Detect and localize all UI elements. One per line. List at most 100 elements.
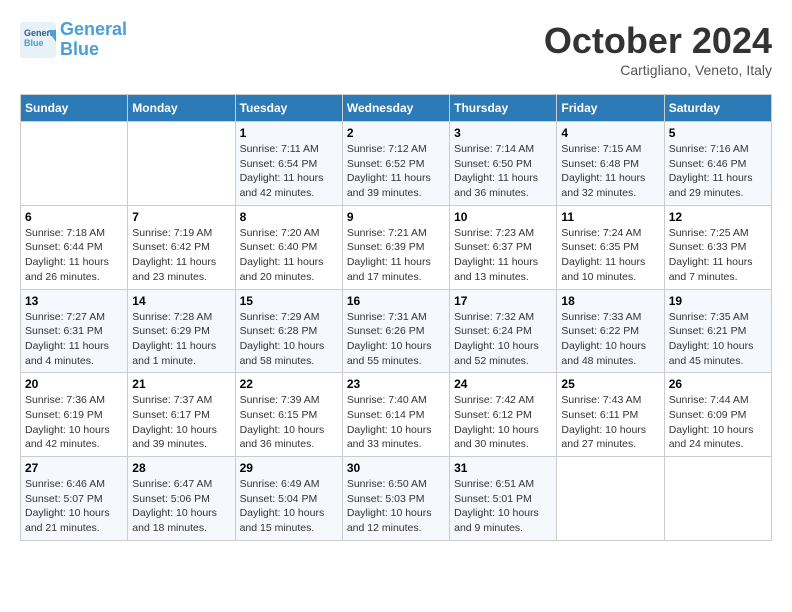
day-number: 25 <box>561 377 659 391</box>
day-info: Sunrise: 6:47 AM Sunset: 5:06 PM Dayligh… <box>132 477 230 536</box>
calendar-cell: 6 Sunrise: 7:18 AM Sunset: 6:44 PM Daylig… <box>21 205 128 289</box>
day-info: Sunrise: 7:15 AM Sunset: 6:48 PM Dayligh… <box>561 142 659 201</box>
day-number: 11 <box>561 210 659 224</box>
day-number: 21 <box>132 377 230 391</box>
weekday-header-tuesday: Tuesday <box>235 95 342 122</box>
day-number: 14 <box>132 294 230 308</box>
day-number: 7 <box>132 210 230 224</box>
day-number: 26 <box>669 377 767 391</box>
calendar-cell: 1 Sunrise: 7:11 AM Sunset: 6:54 PM Daylig… <box>235 122 342 206</box>
day-info: Sunrise: 7:23 AM Sunset: 6:37 PM Dayligh… <box>454 226 552 285</box>
calendar-cell: 12Sunrise: 7:25 AM Sunset: 6:33 PM Dayli… <box>664 205 771 289</box>
day-info: Sunrise: 7:27 AM Sunset: 6:31 PM Dayligh… <box>25 310 123 369</box>
calendar-cell: 21Sunrise: 7:37 AM Sunset: 6:17 PM Dayli… <box>128 373 235 457</box>
day-number: 2 <box>347 126 445 140</box>
day-number: 4 <box>561 126 659 140</box>
day-info: Sunrise: 7:14 AM Sunset: 6:50 PM Dayligh… <box>454 142 552 201</box>
calendar-cell: 26 Sunrise: 7:44 AM Sunset: 6:09 PM Dayli… <box>664 373 771 457</box>
day-number: 6 <box>25 210 123 224</box>
month-title: October 2024 <box>544 20 772 62</box>
day-number: 23 <box>347 377 445 391</box>
day-info: Sunrise: 7:44 AM Sunset: 6:09 PM Dayligh… <box>669 393 767 452</box>
day-number: 28 <box>132 461 230 475</box>
calendar-cell: 23 Sunrise: 7:40 AM Sunset: 6:14 PM Dayli… <box>342 373 449 457</box>
week-row-3: 13 Sunrise: 7:27 AM Sunset: 6:31 PM Dayli… <box>21 289 772 373</box>
day-info: Sunrise: 7:12 AM Sunset: 6:52 PM Dayligh… <box>347 142 445 201</box>
calendar-cell: 16Sunrise: 7:31 AM Sunset: 6:26 PM Dayli… <box>342 289 449 373</box>
day-number: 22 <box>240 377 338 391</box>
day-info: Sunrise: 7:40 AM Sunset: 6:14 PM Dayligh… <box>347 393 445 452</box>
calendar-cell <box>21 122 128 206</box>
calendar-cell: 8Sunrise: 7:20 AM Sunset: 6:40 PM Daylig… <box>235 205 342 289</box>
calendar-cell <box>128 122 235 206</box>
day-info: Sunrise: 7:24 AM Sunset: 6:35 PM Dayligh… <box>561 226 659 285</box>
day-info: Sunrise: 7:19 AM Sunset: 6:42 PM Dayligh… <box>132 226 230 285</box>
day-number: 17 <box>454 294 552 308</box>
day-info: Sunrise: 7:20 AM Sunset: 6:40 PM Dayligh… <box>240 226 338 285</box>
day-info: Sunrise: 7:21 AM Sunset: 6:39 PM Dayligh… <box>347 226 445 285</box>
day-number: 27 <box>25 461 123 475</box>
calendar-cell: 15 Sunrise: 7:29 AM Sunset: 6:28 PM Dayli… <box>235 289 342 373</box>
logo-icon: General Blue <box>20 22 56 58</box>
weekday-header-monday: Monday <box>128 95 235 122</box>
day-info: Sunrise: 7:31 AM Sunset: 6:26 PM Dayligh… <box>347 310 445 369</box>
weekday-header-thursday: Thursday <box>450 95 557 122</box>
calendar-cell: 30Sunrise: 6:50 AM Sunset: 5:03 PM Dayli… <box>342 457 449 541</box>
calendar-cell: 14 Sunrise: 7:28 AM Sunset: 6:29 PM Dayli… <box>128 289 235 373</box>
calendar-cell: 10 Sunrise: 7:23 AM Sunset: 6:37 PM Dayli… <box>450 205 557 289</box>
calendar-cell: 31 Sunrise: 6:51 AM Sunset: 5:01 PM Dayli… <box>450 457 557 541</box>
logo: General Blue GeneralBlue <box>20 20 127 60</box>
day-info: Sunrise: 6:46 AM Sunset: 5:07 PM Dayligh… <box>25 477 123 536</box>
title-block: October 2024 Cartigliano, Veneto, Italy <box>544 20 772 78</box>
calendar-cell: 29 Sunrise: 6:49 AM Sunset: 5:04 PM Dayli… <box>235 457 342 541</box>
calendar-cell: 24Sunrise: 7:42 AM Sunset: 6:12 PM Dayli… <box>450 373 557 457</box>
week-row-5: 27 Sunrise: 6:46 AM Sunset: 5:07 PM Dayli… <box>21 457 772 541</box>
calendar-cell: 4 Sunrise: 7:15 AM Sunset: 6:48 PM Daylig… <box>557 122 664 206</box>
day-number: 15 <box>240 294 338 308</box>
calendar-cell: 7 Sunrise: 7:19 AM Sunset: 6:42 PM Daylig… <box>128 205 235 289</box>
day-number: 18 <box>561 294 659 308</box>
day-info: Sunrise: 6:51 AM Sunset: 5:01 PM Dayligh… <box>454 477 552 536</box>
day-info: Sunrise: 6:49 AM Sunset: 5:04 PM Dayligh… <box>240 477 338 536</box>
day-info: Sunrise: 7:18 AM Sunset: 6:44 PM Dayligh… <box>25 226 123 285</box>
day-number: 31 <box>454 461 552 475</box>
day-info: Sunrise: 7:39 AM Sunset: 6:15 PM Dayligh… <box>240 393 338 452</box>
day-number: 19 <box>669 294 767 308</box>
calendar-cell: 28 Sunrise: 6:47 AM Sunset: 5:06 PM Dayli… <box>128 457 235 541</box>
weekday-header-row: SundayMondayTuesdayWednesdayThursdayFrid… <box>21 95 772 122</box>
day-info: Sunrise: 7:33 AM Sunset: 6:22 PM Dayligh… <box>561 310 659 369</box>
day-number: 29 <box>240 461 338 475</box>
day-info: Sunrise: 7:29 AM Sunset: 6:28 PM Dayligh… <box>240 310 338 369</box>
day-number: 13 <box>25 294 123 308</box>
calendar-cell <box>664 457 771 541</box>
week-row-4: 20Sunrise: 7:36 AM Sunset: 6:19 PM Dayli… <box>21 373 772 457</box>
calendar-cell: 22 Sunrise: 7:39 AM Sunset: 6:15 PM Dayli… <box>235 373 342 457</box>
weekday-header-saturday: Saturday <box>664 95 771 122</box>
calendar-table: SundayMondayTuesdayWednesdayThursdayFrid… <box>20 94 772 541</box>
weekday-header-sunday: Sunday <box>21 95 128 122</box>
calendar-cell <box>557 457 664 541</box>
week-row-2: 6 Sunrise: 7:18 AM Sunset: 6:44 PM Daylig… <box>21 205 772 289</box>
day-number: 1 <box>240 126 338 140</box>
calendar-cell: 13 Sunrise: 7:27 AM Sunset: 6:31 PM Dayli… <box>21 289 128 373</box>
day-number: 10 <box>454 210 552 224</box>
week-row-1: 1 Sunrise: 7:11 AM Sunset: 6:54 PM Daylig… <box>21 122 772 206</box>
calendar-cell: 18 Sunrise: 7:33 AM Sunset: 6:22 PM Dayli… <box>557 289 664 373</box>
calendar-cell: 2 Sunrise: 7:12 AM Sunset: 6:52 PM Daylig… <box>342 122 449 206</box>
day-number: 9 <box>347 210 445 224</box>
day-info: Sunrise: 7:11 AM Sunset: 6:54 PM Dayligh… <box>240 142 338 201</box>
page-header: General Blue GeneralBlue October 2024 Ca… <box>20 20 772 78</box>
day-number: 3 <box>454 126 552 140</box>
day-number: 5 <box>669 126 767 140</box>
day-info: Sunrise: 7:28 AM Sunset: 6:29 PM Dayligh… <box>132 310 230 369</box>
location: Cartigliano, Veneto, Italy <box>544 62 772 78</box>
day-info: Sunrise: 7:43 AM Sunset: 6:11 PM Dayligh… <box>561 393 659 452</box>
logo-text: GeneralBlue <box>60 20 127 60</box>
day-info: Sunrise: 7:32 AM Sunset: 6:24 PM Dayligh… <box>454 310 552 369</box>
day-number: 12 <box>669 210 767 224</box>
day-info: Sunrise: 6:50 AM Sunset: 5:03 PM Dayligh… <box>347 477 445 536</box>
day-info: Sunrise: 7:16 AM Sunset: 6:46 PM Dayligh… <box>669 142 767 201</box>
calendar-cell: 9 Sunrise: 7:21 AM Sunset: 6:39 PM Daylig… <box>342 205 449 289</box>
calendar-cell: 5 Sunrise: 7:16 AM Sunset: 6:46 PM Daylig… <box>664 122 771 206</box>
day-info: Sunrise: 7:42 AM Sunset: 6:12 PM Dayligh… <box>454 393 552 452</box>
